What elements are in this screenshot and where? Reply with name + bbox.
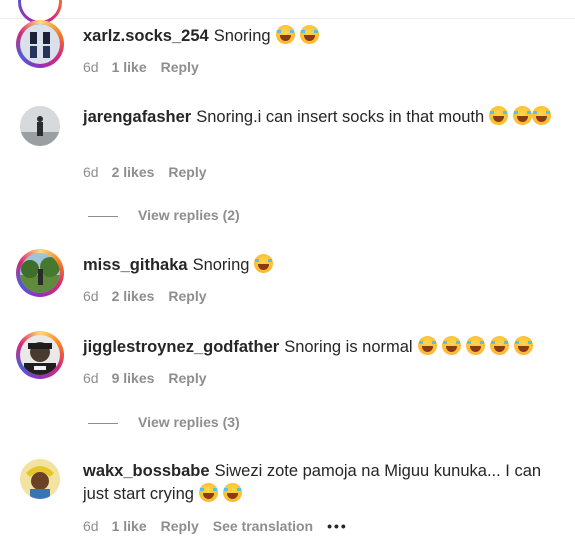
avatar[interactable]	[16, 249, 64, 297]
reply-button[interactable]: Reply	[161, 518, 199, 534]
comment-time: 6d	[83, 288, 99, 304]
view-replies-button[interactable]: View replies (3)	[88, 414, 240, 430]
face-with-tears-of-joy-icon	[441, 336, 461, 355]
comment-text: jigglestroynez_godfather Snoring is norma…	[83, 336, 555, 359]
comment-meta: 6d 2 likes Reply	[83, 164, 221, 180]
face-with-tears-of-joy-icon	[299, 25, 319, 44]
view-replies-label: View replies (2)	[138, 207, 240, 223]
face-with-tears-of-joy-icon	[198, 483, 218, 502]
face-with-tears-of-joy-icon	[465, 336, 485, 355]
avatar-image	[20, 253, 60, 293]
face-with-tears-of-joy-icon	[417, 336, 437, 355]
comment-body: Snoring.i can insert socks in that mouth	[196, 108, 485, 126]
comment-time: 6d	[83, 164, 99, 180]
reply-button[interactable]: Reply	[168, 288, 206, 304]
comment-text: wakx_bossbabe Siwezi zote pamoja na Miguu…	[83, 460, 555, 506]
comment-body: Snoring	[213, 27, 271, 45]
comment-time: 6d	[83, 59, 99, 75]
see-translation-button[interactable]: See translation	[213, 518, 313, 534]
face-with-tears-of-joy-icon	[489, 336, 509, 355]
comment-body: Snoring	[192, 256, 250, 274]
avatar[interactable]	[16, 331, 64, 379]
avatar[interactable]	[20, 106, 60, 146]
face-with-tears-of-joy-icon	[275, 25, 295, 44]
avatar[interactable]	[20, 459, 60, 499]
face-with-tears-of-joy-icon	[532, 106, 552, 125]
view-replies-label: View replies (3)	[138, 414, 240, 430]
previous-comment-edge	[0, 0, 575, 24]
likes-count[interactable]: 2 likes	[112, 164, 155, 180]
reply-button[interactable]: Reply	[168, 164, 206, 180]
replies-divider	[88, 422, 118, 424]
comment-text: miss_githaka Snoring	[83, 254, 555, 277]
comment-username[interactable]: miss_githaka	[83, 256, 188, 274]
face-with-tears-of-joy-icon	[513, 106, 533, 125]
replies-divider	[88, 215, 118, 217]
comment-username[interactable]: wakx_bossbabe	[83, 462, 210, 480]
comment-meta: 6d 9 likes Reply	[83, 370, 221, 386]
comment-meta: 6d 1 like Reply See translation •••	[83, 518, 362, 534]
reply-button[interactable]: Reply	[161, 59, 199, 75]
avatar[interactable]	[16, 20, 64, 68]
likes-count[interactable]: 1 like	[112, 59, 147, 75]
comment-text: xarlz.socks_254 Snoring	[83, 25, 555, 48]
more-options-icon[interactable]: •••	[327, 518, 348, 534]
face-with-tears-of-joy-icon	[222, 483, 242, 502]
comment-body: Snoring is normal	[284, 338, 413, 356]
face-with-tears-of-joy-icon	[489, 106, 509, 125]
likes-count[interactable]: 1 like	[112, 518, 147, 534]
comment-meta: 6d 2 likes Reply	[83, 288, 221, 304]
comment-meta: 6d 1 like Reply	[83, 59, 213, 75]
likes-count[interactable]: 9 likes	[112, 370, 155, 386]
face-with-tears-of-joy-icon	[513, 336, 533, 355]
comment-time: 6d	[83, 518, 99, 534]
comment-username[interactable]: jigglestroynez_godfather	[83, 338, 279, 356]
avatar-image	[20, 459, 60, 499]
view-replies-button[interactable]: View replies (2)	[88, 207, 240, 223]
comment-username[interactable]: jarengafasher	[83, 108, 191, 126]
avatar-image	[20, 24, 60, 64]
comment-username[interactable]: xarlz.socks_254	[83, 27, 209, 45]
avatar-image	[20, 106, 60, 146]
comment-text: jarengafasher Snoring.i can insert socks …	[83, 106, 555, 129]
comment-time: 6d	[83, 370, 99, 386]
reply-button[interactable]: Reply	[168, 370, 206, 386]
face-with-tears-of-joy-icon	[254, 254, 274, 273]
likes-count[interactable]: 2 likes	[112, 288, 155, 304]
avatar-image	[20, 335, 60, 375]
